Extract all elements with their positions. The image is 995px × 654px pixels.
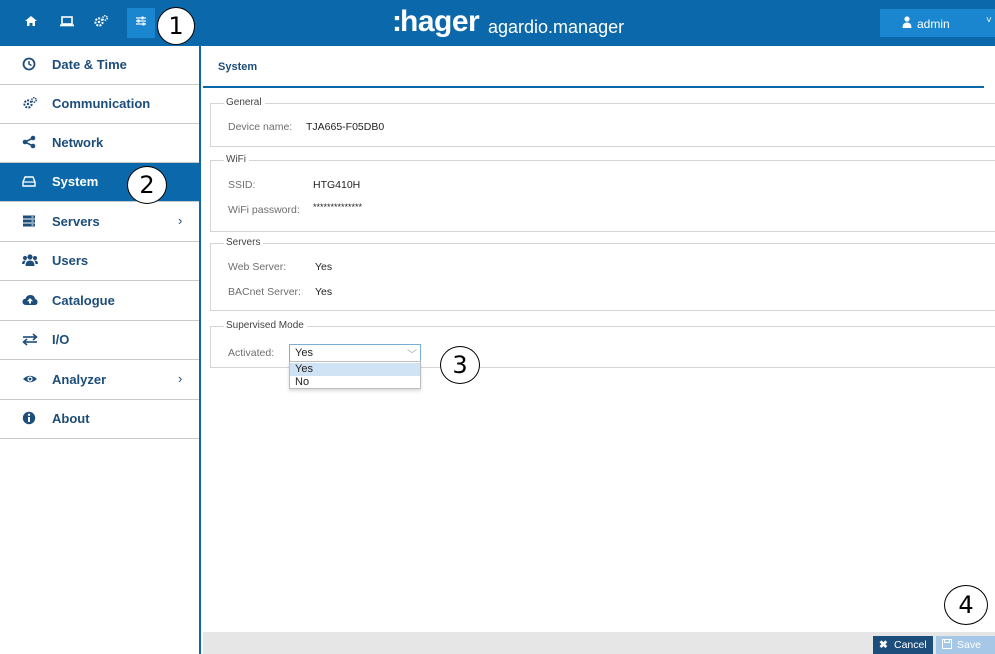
callout-3: 3 (440, 346, 480, 384)
gears-icon (22, 96, 40, 112)
activated-dropdown: Yes No (289, 361, 421, 389)
servers-group (210, 243, 995, 311)
user-icon (902, 16, 912, 31)
ssid-value: HTG410H (313, 179, 361, 191)
share-icon (22, 135, 40, 151)
page-title: System (218, 61, 258, 73)
web-server-value: Yes (315, 261, 333, 273)
save-icon (942, 639, 952, 652)
chevron-down-icon: ˅ (986, 15, 992, 26)
activated-label: Activated: (228, 347, 275, 359)
device-name-label: Device name: (228, 121, 293, 133)
sidebar-item-servers[interactable]: Servers › (0, 203, 199, 242)
gears-icon[interactable] (92, 14, 110, 32)
sidebar-item-communication[interactable]: Communication (0, 85, 199, 124)
exchange-icon (22, 332, 40, 348)
monitor-icon[interactable] (58, 14, 76, 32)
cancel-button[interactable]: ✖ Cancel (873, 636, 933, 654)
supervised-mode-legend: Supervised Mode (224, 320, 307, 331)
ssid-label: SSID: (228, 179, 256, 191)
bacnet-server-label: BACnet Server: (228, 286, 301, 298)
callout-4: 4 (944, 585, 988, 625)
wifi-password-label: WiFi password: (228, 204, 300, 216)
chevron-down-icon: ﹀ (407, 350, 417, 361)
chevron-right-icon: › (178, 213, 183, 228)
sidebar-item-network[interactable]: Network (0, 124, 199, 163)
servers-legend: Servers (224, 237, 264, 248)
sidebar-item-about[interactable]: About (0, 400, 199, 439)
wifi-group (210, 160, 995, 232)
info-icon (22, 411, 40, 427)
server-icon (22, 214, 40, 230)
device-name-value: TJA665-F05DB0 (306, 121, 385, 133)
user-name: admin (917, 17, 950, 31)
wifi-legend: WiFi (224, 154, 249, 165)
sidebar-item-users[interactable]: Users (0, 242, 199, 281)
title-divider (203, 86, 984, 88)
general-legend: General (224, 97, 265, 108)
chevron-right-icon: › (178, 371, 183, 386)
activated-select[interactable]: Yes ﹀ (289, 344, 421, 362)
dropdown-option-yes[interactable]: Yes (290, 363, 420, 376)
clock-icon (22, 57, 40, 73)
sidebar-item-catalogue[interactable]: Catalogue (0, 282, 199, 321)
wifi-password-value: ************** (313, 202, 363, 212)
cloud-upload-icon (22, 293, 40, 309)
sliders-icon[interactable] (132, 14, 150, 32)
web-server-label: Web Server: (228, 261, 287, 273)
user-menu-button[interactable]: admin ˅ (880, 9, 995, 37)
activated-select-value: Yes (295, 347, 313, 359)
drive-icon (22, 174, 40, 190)
sidebar-item-analyzer[interactable]: Analyzer › (0, 361, 199, 400)
close-icon: ✖ (879, 639, 888, 651)
sidebar-item-io[interactable]: I/O (0, 321, 199, 360)
home-icon[interactable] (22, 14, 40, 32)
users-icon (22, 253, 40, 269)
brand-name: hager (400, 5, 480, 38)
brand-subtitle: agardio.manager (488, 17, 625, 37)
callout-2: 2 (127, 166, 167, 204)
eye-icon (22, 372, 40, 388)
save-button[interactable]: Save (936, 636, 995, 654)
sidebar-item-date-time[interactable]: Date & Time (0, 46, 199, 85)
sidebar-item-system[interactable]: System (0, 163, 199, 202)
bacnet-server-value: Yes (315, 286, 333, 298)
dropdown-option-no[interactable]: No (290, 376, 420, 389)
callout-1: 1 (157, 7, 195, 45)
